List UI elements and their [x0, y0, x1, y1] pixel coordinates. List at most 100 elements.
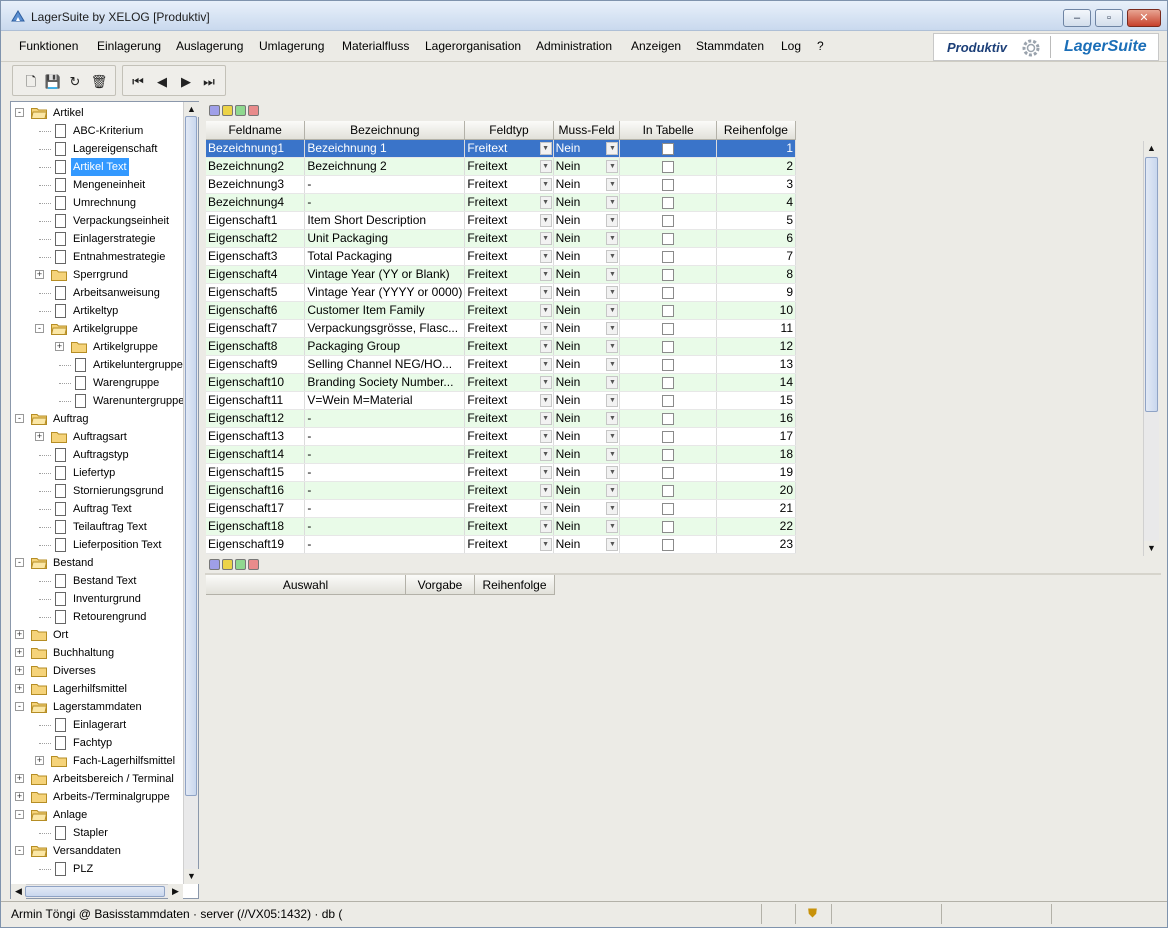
- menu-anzeigen[interactable]: Anzeigen: [631, 39, 681, 53]
- cell-muss-feld[interactable]: Nein ▼: [553, 229, 621, 248]
- cell-reihenfolge[interactable]: 10: [716, 301, 796, 320]
- dropdown-arrow-icon[interactable]: ▼: [539, 195, 552, 209]
- layout-dot-icon[interactable]: [248, 559, 259, 570]
- cell-bezeichnung[interactable]: -: [304, 463, 466, 482]
- layout-dot-icon[interactable]: [222, 559, 233, 570]
- next-record-icon[interactable]: ▶: [177, 73, 195, 91]
- cell-in-tabelle[interactable]: [619, 247, 717, 266]
- cell-in-tabelle[interactable]: [619, 499, 717, 518]
- cell-feldname[interactable]: Eigenschaft7: [206, 319, 306, 338]
- table-row[interactable]: Eigenschaft7 Verpackungsgrösse, Flasc... F…: [206, 319, 796, 338]
- cell-bezeichnung[interactable]: Bezeichnung 2: [304, 157, 466, 176]
- table-row[interactable]: Eigenschaft15- Freitext ▼ Nein ▼ 19: [206, 463, 796, 482]
- table-row[interactable]: Eigenschaft14- Freitext ▼ Nein ▼ 18: [206, 445, 796, 464]
- tree-item[interactable]: Teilauftrag Text: [11, 518, 183, 536]
- menu-materialfluss[interactable]: Materialfluss: [342, 39, 409, 53]
- scroll-down-arrow-icon[interactable]: ▼: [184, 869, 199, 884]
- cell-in-tabelle[interactable]: [619, 193, 717, 212]
- cell-reihenfolge[interactable]: 9: [716, 283, 796, 302]
- tree-item[interactable]: - Auftrag: [11, 410, 183, 428]
- cell-muss-feld[interactable]: Nein ▼: [553, 535, 621, 554]
- tree-item[interactable]: - Lagerstammdaten: [11, 698, 183, 716]
- tree-item[interactable]: Auftrag Text: [11, 500, 183, 518]
- dropdown-arrow-icon[interactable]: ▼: [606, 339, 619, 353]
- table-row[interactable]: Eigenschaft17- Freitext ▼ Nein ▼ 21: [206, 499, 796, 518]
- cell-feldtyp[interactable]: Freitext ▼: [464, 301, 554, 320]
- cell-reihenfolge[interactable]: 18: [716, 445, 796, 464]
- cell-bezeichnung[interactable]: Branding Society Number...: [304, 373, 466, 392]
- cell-in-tabelle[interactable]: [619, 139, 717, 158]
- cell-feldtyp[interactable]: Freitext ▼: [464, 445, 554, 464]
- table-row[interactable]: Eigenschaft3 Total Packaging Freitext ▼ Nein…: [206, 247, 796, 266]
- cell-feldname[interactable]: Eigenschaft1: [206, 211, 306, 230]
- expand-icon[interactable]: +: [15, 630, 24, 639]
- cell-feldtyp[interactable]: Freitext ▼: [464, 319, 554, 338]
- collapse-icon[interactable]: -: [15, 108, 24, 117]
- cell-in-tabelle[interactable]: [619, 463, 717, 482]
- maximize-button[interactable]: ▫: [1095, 9, 1123, 27]
- refresh-icon[interactable]: ↻: [66, 73, 84, 91]
- dropdown-arrow-icon[interactable]: ▼: [606, 231, 619, 245]
- expand-icon[interactable]: +: [35, 432, 44, 441]
- cell-in-tabelle[interactable]: [619, 391, 717, 410]
- grid-scroll-thumb[interactable]: [1145, 157, 1158, 412]
- cell-feldtyp[interactable]: Freitext ▼: [464, 283, 554, 302]
- dropdown-arrow-icon[interactable]: ▼: [606, 285, 619, 299]
- cell-reihenfolge[interactable]: 20: [716, 481, 796, 500]
- tree-item[interactable]: Stapler: [11, 824, 183, 842]
- cell-muss-feld[interactable]: Nein ▼: [553, 247, 621, 266]
- table-row[interactable]: Bezeichnung2 Bezeichnung 2 Freitext ▼ Nein ▼ 2: [206, 157, 796, 176]
- cell-feldname[interactable]: Eigenschaft2: [206, 229, 306, 248]
- cell-in-tabelle[interactable]: [619, 535, 717, 554]
- dropdown-arrow-icon[interactable]: ▼: [539, 519, 552, 533]
- dropdown-arrow-icon[interactable]: ▼: [539, 375, 552, 389]
- cell-reihenfolge[interactable]: 7: [716, 247, 796, 266]
- tree-item[interactable]: PLZ: [11, 860, 183, 878]
- scroll-up-arrow-icon[interactable]: ▲: [184, 102, 199, 117]
- tree-item[interactable]: Auftragstyp: [11, 446, 183, 464]
- in-tabelle-checkbox[interactable]: [662, 484, 675, 497]
- table-row[interactable]: Bezeichnung1 Bezeichnung 1 Freitext ▼ Nein ▼ 1: [206, 139, 796, 158]
- cell-bezeichnung[interactable]: -: [304, 535, 466, 554]
- dropdown-arrow-icon[interactable]: ▼: [539, 213, 552, 227]
- expand-icon[interactable]: +: [35, 270, 44, 279]
- layout-dot-icon[interactable]: [209, 559, 220, 570]
- cell-bezeichnung[interactable]: -: [304, 517, 466, 536]
- cell-feldtyp[interactable]: Freitext ▼: [464, 517, 554, 536]
- cell-feldtyp[interactable]: Freitext ▼: [464, 139, 554, 158]
- cell-feldtyp[interactable]: Freitext ▼: [464, 157, 554, 176]
- cell-feldtyp[interactable]: Freitext ▼: [464, 337, 554, 356]
- column-header-vorgabe[interactable]: Vorgabe: [406, 575, 475, 595]
- tree-item[interactable]: - Bestand: [11, 554, 183, 572]
- dropdown-arrow-icon[interactable]: ▼: [539, 465, 552, 479]
- cell-in-tabelle[interactable]: [619, 265, 717, 284]
- cell-feldname[interactable]: Eigenschaft14: [206, 445, 306, 464]
- cell-in-tabelle[interactable]: [619, 337, 717, 356]
- in-tabelle-checkbox[interactable]: [662, 250, 675, 263]
- cell-muss-feld[interactable]: Nein ▼: [553, 355, 621, 374]
- tree-item[interactable]: + Arbeitsbereich / Terminal: [11, 770, 183, 788]
- cell-feldtyp[interactable]: Freitext ▼: [464, 463, 554, 482]
- tree-item[interactable]: Warenuntergruppe: [11, 392, 183, 410]
- table-row[interactable]: Bezeichnung4- Freitext ▼ Nein ▼ 4: [206, 193, 796, 212]
- menu-einlagerung[interactable]: Einlagerung: [97, 39, 161, 53]
- expand-icon[interactable]: +: [15, 648, 24, 657]
- cell-muss-feld[interactable]: Nein ▼: [553, 193, 621, 212]
- in-tabelle-checkbox[interactable]: [662, 286, 675, 299]
- dropdown-arrow-icon[interactable]: ▼: [539, 285, 552, 299]
- cell-feldname[interactable]: Bezeichnung4: [206, 193, 306, 212]
- cell-muss-feld[interactable]: Nein ▼: [553, 499, 621, 518]
- cell-feldname[interactable]: Eigenschaft13: [206, 427, 306, 446]
- tree-item[interactable]: Artikeluntergruppe: [11, 356, 183, 374]
- cell-muss-feld[interactable]: Nein ▼: [553, 517, 621, 536]
- save-icon[interactable]: 💾: [44, 73, 62, 91]
- dropdown-arrow-icon[interactable]: ▼: [539, 231, 552, 245]
- in-tabelle-checkbox[interactable]: [662, 340, 675, 353]
- cell-bezeichnung[interactable]: Packaging Group: [304, 337, 466, 356]
- tree-hscroll-thumb[interactable]: [25, 886, 165, 897]
- cell-in-tabelle[interactable]: [619, 211, 717, 230]
- cell-in-tabelle[interactable]: [619, 445, 717, 464]
- column-header[interactable]: Bezeichnung: [304, 121, 466, 140]
- tree-item[interactable]: Verpackungseinheit: [11, 212, 183, 230]
- cell-muss-feld[interactable]: Nein ▼: [553, 445, 621, 464]
